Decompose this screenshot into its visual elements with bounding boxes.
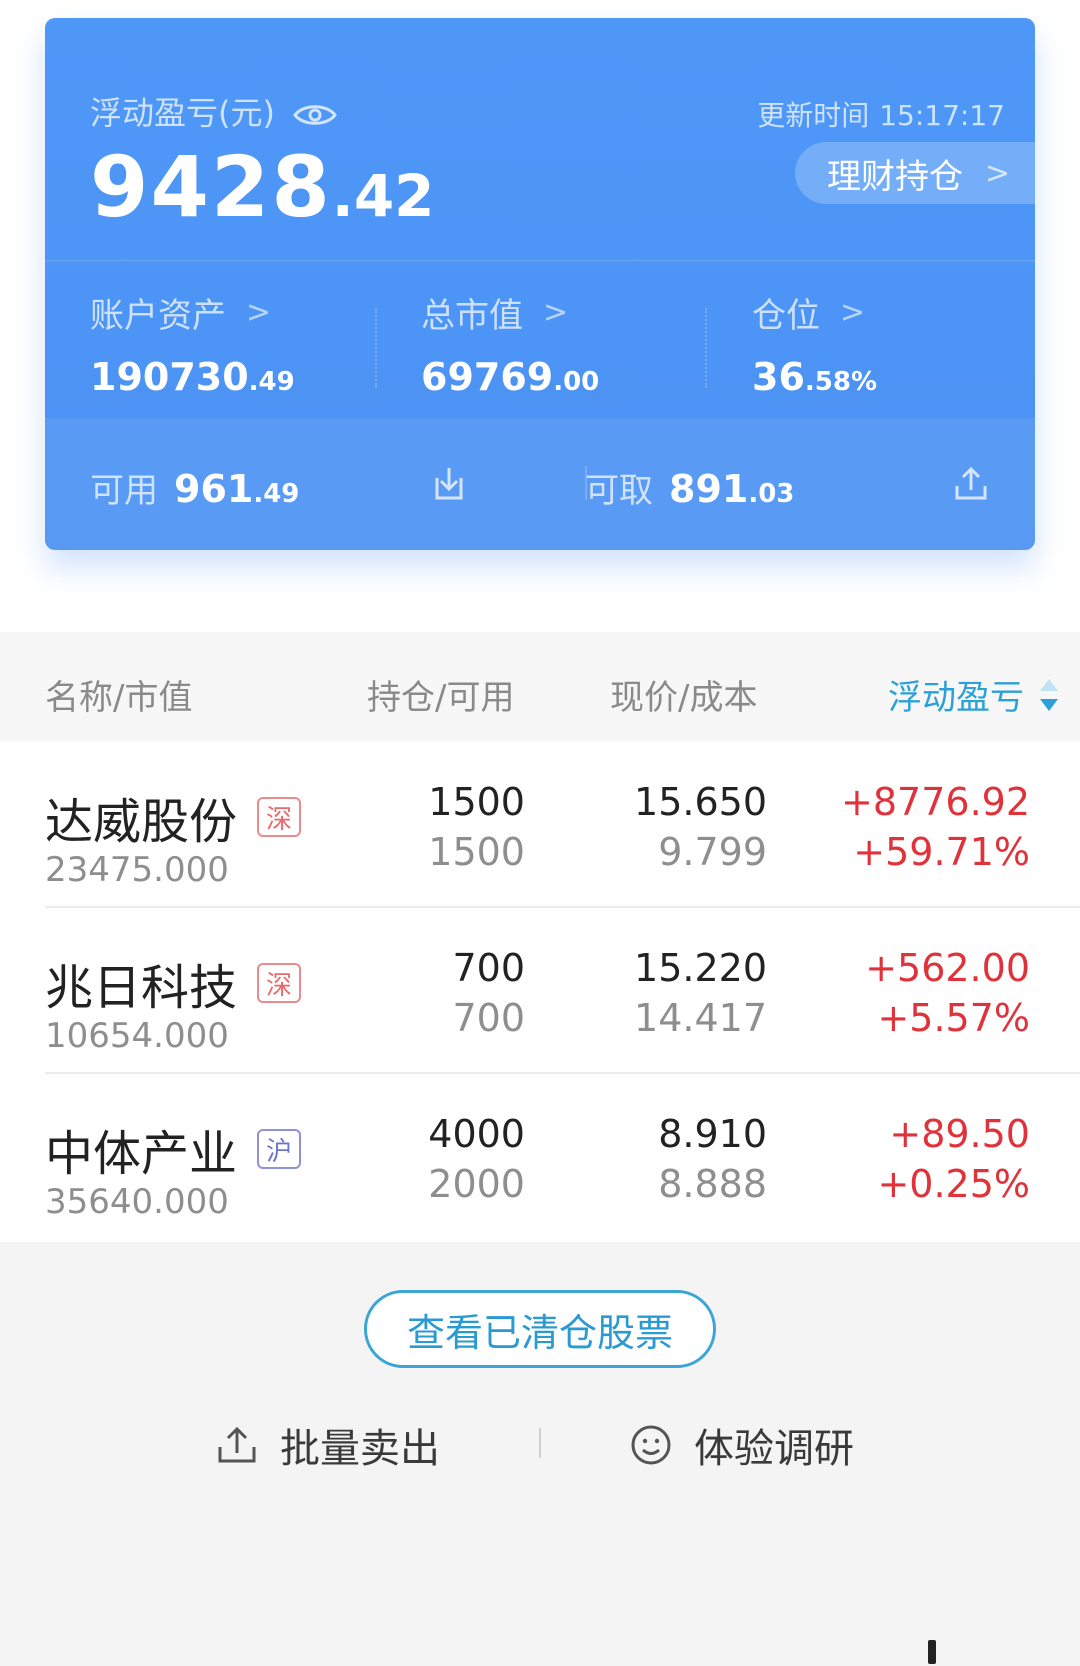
- pnl-label: 浮动盈亏(元): [90, 94, 275, 132]
- holding-qty: 4000: [428, 1112, 525, 1156]
- header-floating-pnl-label: 浮动盈亏: [888, 678, 1024, 718]
- withdrawable-funds: 可取 891.03: [585, 463, 794, 512]
- cost-price: 9.799: [658, 830, 767, 874]
- withdrawable-label: 可取: [585, 471, 653, 511]
- chevron-right-icon: >: [246, 295, 272, 330]
- stock-name: 兆日科技: [45, 960, 238, 1016]
- stock-name-cell: 兆日科技 深: [45, 948, 302, 1018]
- stat-value-int: 190730: [90, 355, 249, 399]
- floating-pnl: +562.00: [865, 946, 1030, 990]
- market-badge: 深: [257, 963, 302, 1003]
- wealth-holdings-button[interactable]: 理财持仓 >: [795, 142, 1035, 204]
- header-name-value[interactable]: 名称/市值: [45, 670, 192, 719]
- table-row[interactable]: 兆日科技 深 10654.000 700 700 15.220 14.417 +…: [0, 908, 1080, 1074]
- table-row[interactable]: 达威股份 深 23475.000 1500 1500 15.650 9.799 …: [0, 742, 1080, 908]
- stat-separator: [705, 308, 707, 388]
- stock-name-cell: 中体产业 沪: [45, 1114, 302, 1184]
- holdings-list: 达威股份 深 23475.000 1500 1500 15.650 9.799 …: [0, 742, 1080, 1242]
- pnl-integer: 9428: [90, 138, 332, 236]
- header-price-cost[interactable]: 现价/成本: [610, 670, 757, 719]
- stat-label: 仓位: [752, 296, 820, 336]
- stat-account-assets[interactable]: 账户资产 > 190730.49: [90, 288, 295, 399]
- update-time-value: 15:17:17: [879, 99, 1005, 132]
- survey-button[interactable]: 体验调研: [630, 1416, 854, 1474]
- stat-label: 总市值: [421, 296, 523, 336]
- available-funds: 可用 961.49: [90, 463, 299, 512]
- stat-value-int: 36: [752, 355, 805, 399]
- floating-pnl: +8776.92: [841, 780, 1030, 824]
- stat-value-dec: .49: [248, 367, 295, 397]
- account-summary-card: 浮动盈亏(元) 更新时间 15:17:17 9428.42 理财持仓 > 账户资产…: [45, 18, 1035, 550]
- market-badge: 深: [257, 797, 302, 837]
- available-label: 可用: [90, 471, 158, 511]
- view-cleared-stocks-button[interactable]: 查看已清仓股票: [364, 1290, 716, 1368]
- smile-icon: [631, 1425, 671, 1465]
- stat-label: 账户资产: [90, 296, 226, 336]
- market-value: 35640.000: [45, 1182, 229, 1222]
- stat-value-int: 69769: [421, 355, 554, 399]
- holdings-table-header: 名称/市值 持仓/可用 现价/成本 浮动盈亏: [0, 632, 1080, 742]
- upload-icon[interactable]: [951, 464, 991, 504]
- floating-pnl-value: 9428.42: [90, 138, 435, 236]
- withdrawable-dec: .03: [748, 479, 795, 509]
- current-price: 15.220: [634, 946, 767, 990]
- market-value: 23475.000: [45, 850, 229, 890]
- current-price: 15.650: [634, 780, 767, 824]
- chevron-right-icon: >: [985, 155, 1011, 191]
- header-holding-available[interactable]: 持仓/可用: [367, 670, 514, 719]
- survey-label: 体验调研: [694, 1426, 854, 1472]
- download-icon[interactable]: [429, 464, 469, 504]
- home-indicator: [928, 1640, 936, 1664]
- stock-name-cell: 达威股份 深: [45, 782, 302, 852]
- card-divider: [45, 260, 1035, 261]
- update-time-label: 更新时间: [757, 99, 870, 132]
- batch-sell-label: 批量卖出: [280, 1426, 440, 1472]
- eye-icon[interactable]: [293, 98, 337, 125]
- floating-pnl-pct: +5.57%: [877, 996, 1030, 1040]
- available-qty: 1500: [428, 830, 525, 874]
- stock-name: 达威股份: [45, 794, 238, 850]
- floating-pnl-pct: +0.25%: [877, 1162, 1030, 1206]
- chevron-right-icon: >: [840, 295, 866, 330]
- wealth-holdings-label: 理财持仓: [827, 156, 963, 197]
- holding-qty: 700: [452, 946, 525, 990]
- pnl-header: 浮动盈亏(元): [90, 88, 337, 134]
- stat-total-market-value[interactable]: 总市值 > 69769.00: [421, 288, 599, 399]
- withdrawable-int: 891: [669, 467, 749, 511]
- available-dec: .49: [253, 479, 300, 509]
- available-qty: 2000: [428, 1162, 525, 1206]
- chevron-right-icon: >: [543, 295, 569, 330]
- batch-sell-button[interactable]: 批量卖出: [216, 1416, 440, 1474]
- upload-icon: [218, 1426, 256, 1463]
- action-separator: [539, 1428, 541, 1458]
- holding-qty: 1500: [428, 780, 525, 824]
- stat-value-dec: .00: [553, 367, 600, 397]
- available-qty: 700: [452, 996, 525, 1040]
- header-floating-pnl[interactable]: 浮动盈亏: [888, 670, 1060, 719]
- stat-value-dec: .58%: [804, 367, 877, 397]
- stat-position-ratio[interactable]: 仓位 > 36.58%: [752, 288, 877, 399]
- current-price: 8.910: [658, 1112, 767, 1156]
- floating-pnl: +89.50: [889, 1112, 1030, 1156]
- stock-name: 中体产业: [45, 1126, 238, 1182]
- table-row[interactable]: 中体产业 沪 35640.000 4000 2000 8.910 8.888 +…: [0, 1074, 1080, 1240]
- update-time: 更新时间 15:17:17: [757, 94, 1005, 134]
- available-int: 961: [174, 467, 254, 511]
- pnl-decimal: .42: [331, 162, 435, 230]
- stat-separator: [375, 308, 377, 388]
- cost-price: 14.417: [634, 996, 767, 1040]
- floating-pnl-pct: +59.71%: [853, 830, 1030, 874]
- market-badge: 沪: [257, 1129, 302, 1169]
- sort-icon: [1038, 677, 1060, 713]
- cost-price: 8.888: [658, 1162, 767, 1206]
- market-value: 10654.000: [45, 1016, 229, 1056]
